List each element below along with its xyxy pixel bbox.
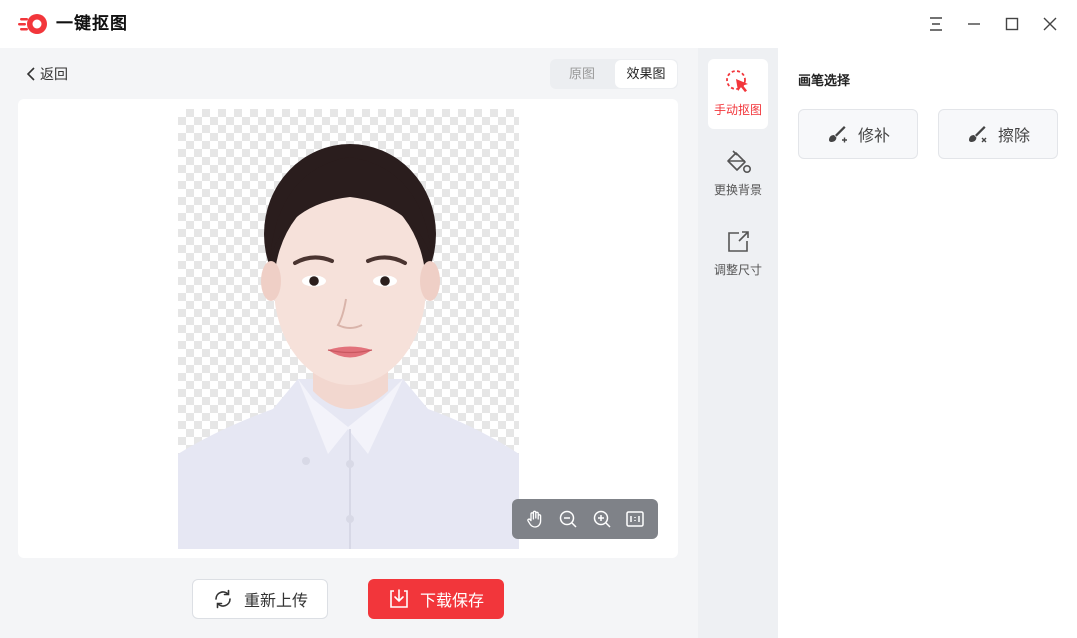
portrait-image	[178, 144, 519, 549]
fit-screen-icon[interactable]	[622, 506, 648, 532]
refresh-icon	[215, 589, 231, 609]
tool-rail: 手动抠图 更换背景 调整尺寸	[698, 48, 778, 638]
minimize-icon[interactable]	[962, 12, 986, 36]
maximize-icon[interactable]	[1000, 12, 1024, 36]
view-toggle: 原图 效果图	[550, 59, 678, 89]
menu-icon[interactable]	[924, 12, 948, 36]
reupload-button[interactable]: 重新上传	[192, 579, 328, 619]
brush-erase-icon	[968, 126, 987, 143]
paint-bucket-icon	[727, 150, 751, 173]
hand-icon[interactable]	[522, 506, 548, 532]
download-label: 下载保存	[419, 593, 484, 610]
back-button[interactable]: 返回	[26, 64, 68, 84]
title-bar: 一键抠图	[0, 0, 1077, 48]
cursor-click-icon	[726, 70, 748, 93]
close-icon[interactable]	[1038, 12, 1062, 36]
brush-panel: 画笔选择 修补 擦除	[778, 48, 1077, 638]
resize-icon	[728, 231, 749, 252]
tab-result[interactable]: 效果图	[615, 60, 677, 88]
canvas-area	[18, 99, 678, 558]
brush-repair-label: 修补	[857, 128, 890, 145]
zoom-out-icon[interactable]	[555, 506, 581, 532]
zoom-in-icon[interactable]	[589, 506, 615, 532]
download-button[interactable]: 下载保存	[368, 579, 504, 619]
tool-label: 手动抠图	[713, 103, 762, 117]
tool-resize[interactable]: 调整尺寸	[708, 219, 768, 289]
back-label: 返回	[40, 66, 68, 82]
tool-change-background[interactable]: 更换背景	[708, 139, 768, 209]
app-logo-icon	[18, 14, 47, 34]
tool-label: 更换背景	[713, 183, 762, 197]
zoom-toolbar	[512, 499, 658, 539]
brush-erase-label: 擦除	[997, 128, 1030, 145]
reupload-label: 重新上传	[243, 593, 308, 610]
panel-title: 画笔选择	[798, 73, 851, 88]
brush-add-icon	[828, 126, 847, 143]
app-title: 一键抠图	[56, 14, 128, 33]
tool-manual-cutout[interactable]: 手动抠图	[708, 59, 768, 129]
tab-original[interactable]: 原图	[551, 60, 613, 88]
brush-repair-button[interactable]: 修补	[798, 109, 918, 159]
chevron-left-icon	[26, 67, 35, 81]
result-photo[interactable]	[178, 109, 519, 549]
download-icon	[390, 589, 408, 608]
tool-label: 调整尺寸	[713, 263, 762, 277]
brush-erase-button[interactable]: 擦除	[938, 109, 1058, 159]
